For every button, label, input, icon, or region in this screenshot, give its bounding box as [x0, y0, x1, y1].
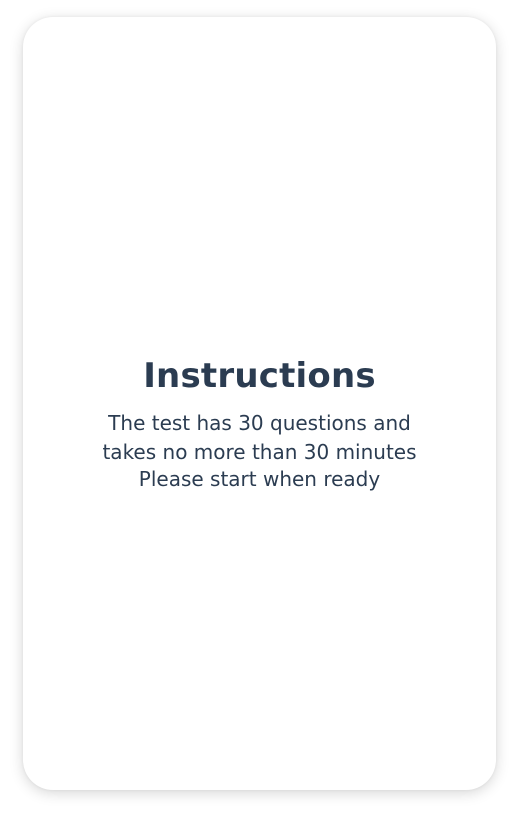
instructions-line-duration: takes no more than 30 minutes: [102, 440, 417, 464]
instructions-body: The test has 30 questions and takes no m…: [90, 409, 430, 494]
instructions-line-questions: The test has 30 questions and: [108, 411, 411, 435]
instructions-content: Instructions The test has 30 questions a…: [23, 355, 496, 494]
instructions-card: Instructions The test has 30 questions a…: [23, 17, 496, 790]
instructions-line-start: Please start when ready: [138, 467, 381, 491]
instructions-title: Instructions: [143, 356, 376, 396]
